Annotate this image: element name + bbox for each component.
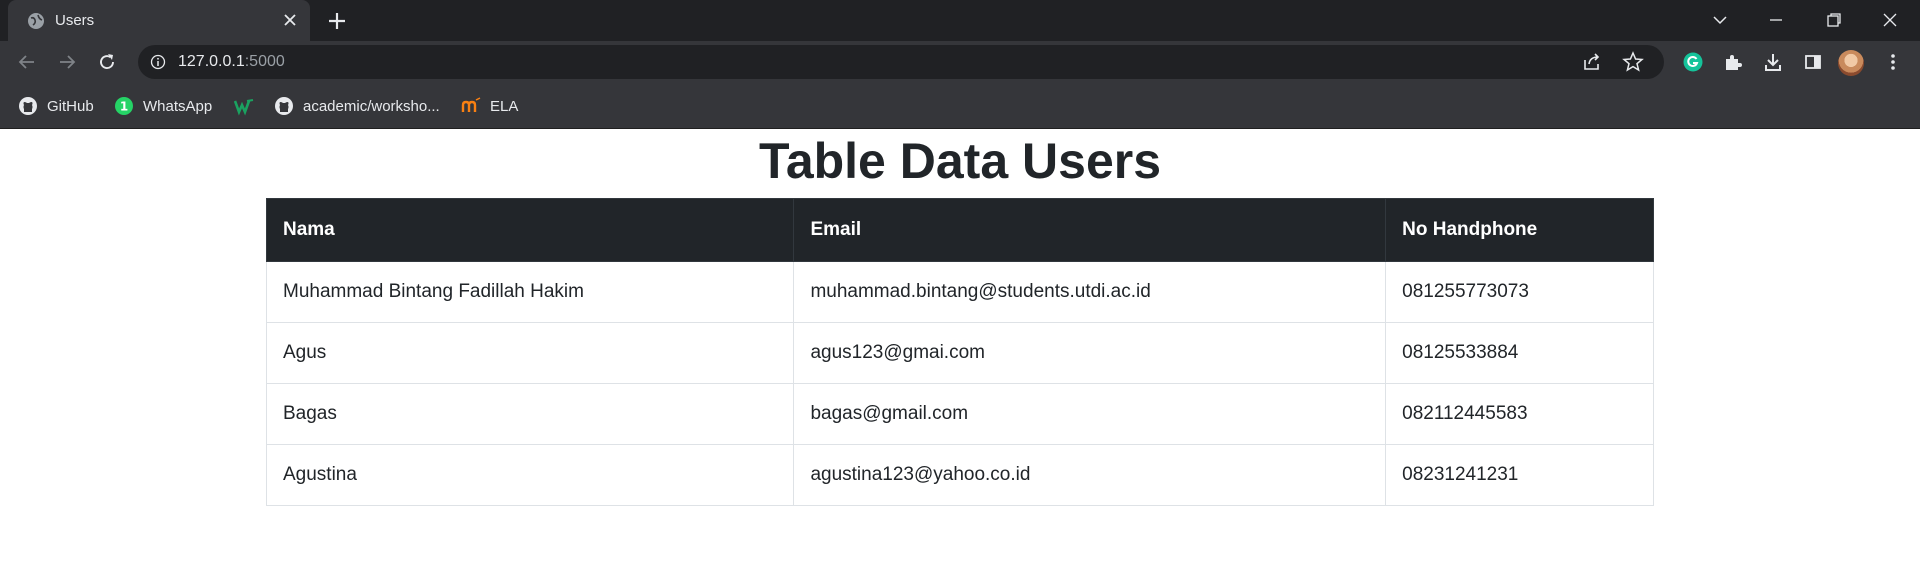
info-icon[interactable] (150, 54, 166, 70)
bookmark-label: GitHub (47, 98, 94, 115)
bookmark-w[interactable] (234, 96, 256, 116)
tab-search-button[interactable] (1692, 0, 1748, 41)
url-port: :5000 (244, 53, 285, 70)
column-header-no-handphone: No Handphone (1385, 198, 1654, 262)
close-tab-icon[interactable] (280, 10, 300, 30)
column-header-nama: Nama (265, 198, 795, 262)
kebab-menu-icon (1891, 54, 1895, 70)
users-table: Nama Email No Handphone Muhammad Bintang… (265, 198, 1654, 506)
close-icon (1883, 13, 1897, 27)
w-logo-icon (234, 99, 254, 116)
cell-no-handphone: 08231241231 (1385, 444, 1654, 506)
new-tab-icon[interactable] (322, 6, 352, 36)
browser-toolbar: 127.0.0.1:5000 (0, 41, 1920, 83)
github-icon (275, 97, 293, 115)
globe-icon (28, 13, 44, 29)
cell-email: muhammad.bintang@students.utdi.ac.id (793, 261, 1387, 323)
downloads-button[interactable] (1759, 48, 1787, 76)
profile-avatar[interactable] (1838, 50, 1864, 76)
table-row: Bagas bagas@gmail.com 082112445583 (265, 383, 1654, 445)
cell-no-handphone: 082112445583 (1385, 383, 1654, 445)
ela-logo-icon (461, 97, 481, 112)
cell-no-handphone: 081255773073 (1385, 261, 1654, 323)
tab-title: Users (55, 12, 95, 29)
url-host: 127.0.0.1 (178, 53, 245, 70)
puzzle-icon (1726, 55, 1742, 70)
github-icon (19, 97, 37, 115)
table-header-row: Nama Email No Handphone (265, 198, 1654, 262)
bookmark-label: ELA (490, 98, 519, 115)
share-icon[interactable] (1580, 50, 1604, 74)
table-row: Agus agus123@gmai.com 08125533884 (265, 322, 1654, 384)
arrow-left-icon (18, 55, 34, 69)
cell-nama: Agustina (265, 444, 795, 506)
tab-strip: Users (0, 0, 1920, 41)
url-text: 127.0.0.1:5000 (178, 53, 285, 71)
tab-users[interactable]: Users (8, 0, 310, 41)
bookmark-star-icon[interactable] (1621, 50, 1645, 74)
chevron-down-icon (1713, 16, 1727, 25)
table-row: Muhammad Bintang Fadillah Hakim muhammad… (265, 261, 1654, 323)
side-panel-button[interactable] (1799, 48, 1827, 76)
reload-button[interactable] (93, 48, 121, 76)
minimize-icon (1770, 19, 1782, 21)
cell-email: bagas@gmail.com (793, 383, 1387, 445)
restore-button[interactable] (1806, 0, 1862, 41)
extensions-button[interactable] (1719, 48, 1747, 76)
forward-button[interactable] (53, 48, 81, 76)
menu-button[interactable] (1879, 48, 1907, 76)
cell-nama: Bagas (265, 383, 795, 445)
minimize-button[interactable] (1748, 0, 1804, 41)
cell-email: agus123@gmai.com (793, 322, 1387, 384)
table-row: Agustina agustina123@yahoo.co.id 0823124… (265, 444, 1654, 506)
bookmark-label: academic/worksho... (303, 98, 440, 115)
grammarly-extension[interactable] (1679, 48, 1707, 76)
restore-icon (1827, 13, 1841, 27)
address-bar[interactable]: 127.0.0.1:5000 (138, 45, 1664, 79)
arrow-right-icon (60, 55, 76, 69)
cell-no-handphone: 08125533884 (1385, 322, 1654, 384)
close-window-button[interactable] (1862, 0, 1918, 41)
grammarly-icon (1683, 52, 1703, 72)
reload-icon (100, 54, 114, 69)
bookmarks-bar: GitHub 1 WhatsApp academic/worksho... EL… (0, 83, 1920, 129)
side-panel-icon (1805, 55, 1821, 69)
back-button[interactable] (13, 48, 41, 76)
cell-nama: Agus (265, 322, 795, 384)
page-title: Table Data Users (758, 133, 1162, 189)
column-header-email: Email (793, 198, 1387, 262)
cell-email: agustina123@yahoo.co.id (793, 444, 1387, 506)
whatsapp-icon: 1 (115, 97, 133, 115)
cell-nama: Muhammad Bintang Fadillah Hakim (265, 261, 795, 323)
bookmark-label: WhatsApp (143, 98, 213, 115)
whatsapp-badge: 1 (120, 100, 128, 114)
download-icon (1765, 54, 1781, 71)
